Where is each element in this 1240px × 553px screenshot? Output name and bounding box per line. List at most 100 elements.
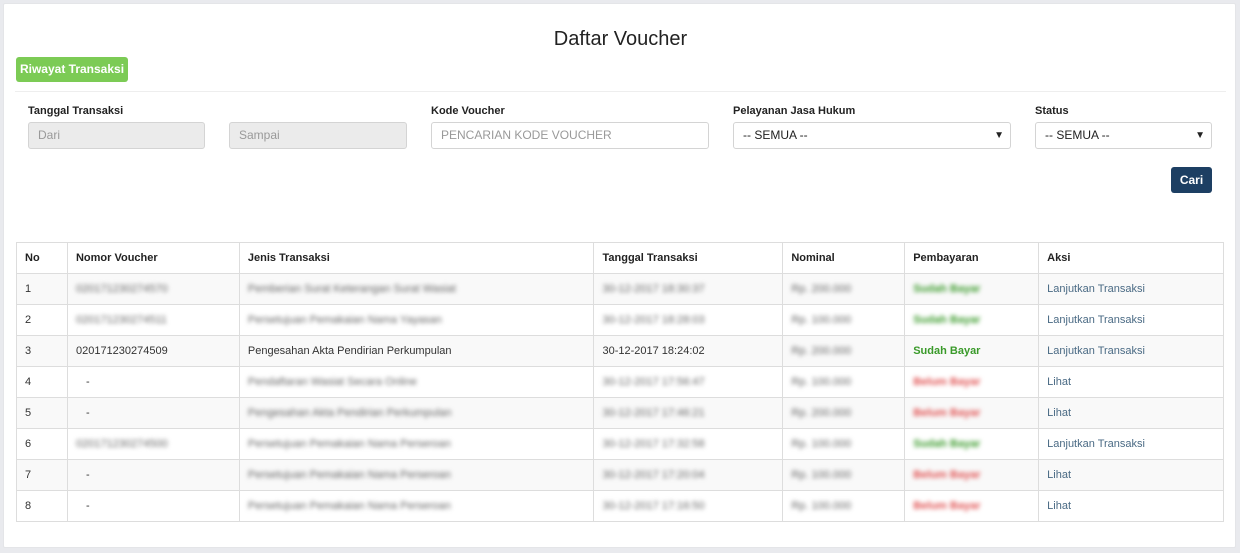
row-number-cell: 6 (16, 428, 68, 460)
voucher-number: 020171230274511 (75, 314, 167, 326)
column-header-payment: Pembayaran (904, 242, 1040, 274)
view-link[interactable]: Lihat (1047, 376, 1071, 388)
row-number-cell: 3 (16, 335, 68, 367)
nominal-amount: Rp. 100.000 (791, 376, 852, 388)
voucher-table: No Nomor Voucher Jenis Transaksi Tanggal… (16, 242, 1224, 522)
legal-service-select[interactable]: -- SEMUA -- ▼ (733, 122, 1011, 149)
payment-status-cell: Sudah Bayar (904, 273, 1040, 305)
nominal-amount-cell: Rp. 100.000 (782, 366, 906, 398)
voucher-number: - (85, 376, 90, 388)
row-number: 6 (25, 438, 32, 450)
row-number-cell: 5 (16, 397, 68, 429)
nominal-amount-cell: Rp. 100.000 (782, 304, 906, 336)
voucher-number-cell: - (66, 397, 240, 429)
table-row: 8 - Persetujuan Pemakaian Nama Perseroan 30… (16, 490, 1224, 522)
payment-status: Sudah Bayar (913, 314, 981, 326)
column-header-nominal: Nominal (782, 242, 906, 274)
continue-transaction-link[interactable]: Lanjutkan Transaksi (1047, 438, 1145, 450)
nominal-amount-cell: Rp. 100.000 (782, 428, 906, 460)
nominal-amount: Rp. 100.000 (791, 500, 852, 512)
date-from-placeholder: Dari (38, 128, 61, 142)
voucher-code-input[interactable]: PENCARIAN KODE VOUCHER (431, 122, 709, 149)
view-link-cell: Lihat (1038, 397, 1224, 429)
view-link[interactable]: Lihat (1047, 469, 1071, 481)
date-to-placeholder: Sampai (239, 128, 280, 142)
transaction-date-cell: 30-12-2017 17:16:50 (593, 490, 784, 522)
continue-transaction-link[interactable]: Lanjutkan Transaksi (1047, 345, 1145, 357)
page-title: Daftar Voucher (553, 28, 688, 50)
continue-transaction-link-cell: Lanjutkan Transaksi (1038, 273, 1224, 305)
status-select[interactable]: -- SEMUA -- ▼ (1035, 122, 1212, 149)
payment-status-cell: Belum Bayar (904, 490, 1040, 522)
table-row: 6 020171230274500 Persetujuan Pemakaian Na… (16, 428, 1224, 460)
voucher-number-cell: - (66, 459, 240, 491)
transaction-date-cell: 30-12-2017 18:24:02 (593, 335, 784, 367)
transaction-date: 30-12-2017 18:28:03 (602, 314, 705, 326)
voucher-number: - (85, 407, 90, 419)
nominal-amount: Rp. 200.000 (791, 345, 852, 357)
transaction-type-cell: Persetujuan Pemakaian Nama Perseroan (238, 490, 595, 522)
column-header-action: Aksi (1038, 242, 1224, 274)
payment-status: Sudah Bayar (913, 438, 981, 450)
divider (15, 91, 1226, 92)
transaction-type: Persetujuan Pemakaian Nama Perseroan (247, 500, 451, 512)
nominal-amount: Rp. 100.000 (791, 469, 852, 481)
voucher-number-cell: 020171230274509 (66, 335, 240, 367)
payment-status-cell: Sudah Bayar (904, 428, 1040, 460)
row-number: 1 (25, 283, 32, 295)
continue-transaction-link-cell: Lanjutkan Transaksi (1038, 304, 1224, 336)
date-to-input[interactable]: Sampai (229, 122, 407, 149)
row-number-cell: 2 (16, 304, 68, 336)
payment-status-cell: Belum Bayar (904, 366, 1040, 398)
view-link-cell: Lihat (1038, 490, 1224, 522)
transaction-date: 30-12-2017 18:24:02 (602, 345, 705, 357)
legal-service-value: -- SEMUA -- (743, 128, 808, 142)
nominal-amount: Rp. 200.000 (791, 407, 852, 419)
table-header-row: No Nomor Voucher Jenis Transaksi Tanggal… (16, 242, 1224, 274)
view-link-cell: Lihat (1038, 459, 1224, 491)
table-row: 3 020171230274509 Pengesahan Akta Pendiria… (16, 335, 1224, 367)
payment-status: Sudah Bayar (913, 283, 981, 295)
nominal-amount-cell: Rp. 200.000 (782, 397, 906, 429)
transaction-date-cell: 30-12-2017 17:46:21 (593, 397, 784, 429)
transaction-type: Persetujuan Pemakaian Nama Yayasan (247, 314, 442, 326)
transaction-type-cell: Persetujuan Pemakaian Nama Yayasan (238, 304, 595, 336)
transaction-date: 30-12-2017 17:20:04 (602, 469, 705, 481)
transaction-type: Persetujuan Pemakaian Nama Perseroan (247, 438, 451, 450)
transaction-type: Pengesahan Akta Pendirian Perkumpulan (247, 407, 452, 419)
search-button[interactable]: Cari (1171, 167, 1212, 193)
nominal-amount: Rp. 100.000 (791, 438, 852, 450)
view-link[interactable]: Lihat (1047, 407, 1071, 419)
transaction-date-cell: 30-12-2017 17:20:04 (593, 459, 784, 491)
row-number: 8 (25, 500, 32, 512)
transaction-date: 30-12-2017 17:32:58 (602, 438, 705, 450)
continue-transaction-link[interactable]: Lanjutkan Transaksi (1047, 314, 1145, 326)
continue-transaction-link[interactable]: Lanjutkan Transaksi (1047, 283, 1145, 295)
transaction-type-cell: Pengesahan Akta Pendirian Perkumpulan (238, 397, 595, 429)
voucher-number: - (85, 469, 90, 481)
voucher-number: 020171230274500 (75, 438, 168, 450)
voucher-panel: Daftar Voucher Riwayat Transaksi Tanggal… (3, 3, 1236, 548)
status-label: Status (1035, 105, 1069, 117)
legal-service-label: Pelayanan Jasa Hukum (733, 105, 856, 117)
transaction-date: 30-12-2017 17:46:21 (602, 407, 705, 419)
column-header-voucher-number: Nomor Voucher (66, 242, 240, 274)
transaction-date: 30-12-2017 17:16:50 (602, 500, 705, 512)
chevron-down-icon: ▼ (994, 130, 1004, 141)
table-row: 1 020171230274570 Pemberian Surat Keterang… (16, 273, 1224, 305)
nominal-amount-cell: Rp. 200.000 (782, 335, 906, 367)
row-number-cell: 8 (16, 490, 68, 522)
payment-status-cell: Sudah Bayar (904, 304, 1040, 336)
chevron-down-icon: ▼ (1195, 130, 1205, 141)
row-number: 7 (25, 469, 32, 481)
payment-status-cell: Belum Bayar (904, 459, 1040, 491)
nominal-amount: Rp. 100.000 (791, 314, 852, 326)
date-from-input[interactable]: Dari (28, 122, 205, 149)
status-value: -- SEMUA -- (1045, 128, 1110, 142)
row-number: 2 (25, 314, 32, 326)
voucher-number: 020171230274509 (75, 345, 168, 357)
voucher-number-cell: - (66, 366, 240, 398)
transaction-history-button[interactable]: Riwayat Transaksi (16, 57, 128, 82)
date-filter-label: Tanggal Transaksi (28, 105, 124, 117)
view-link[interactable]: Lihat (1047, 500, 1071, 512)
